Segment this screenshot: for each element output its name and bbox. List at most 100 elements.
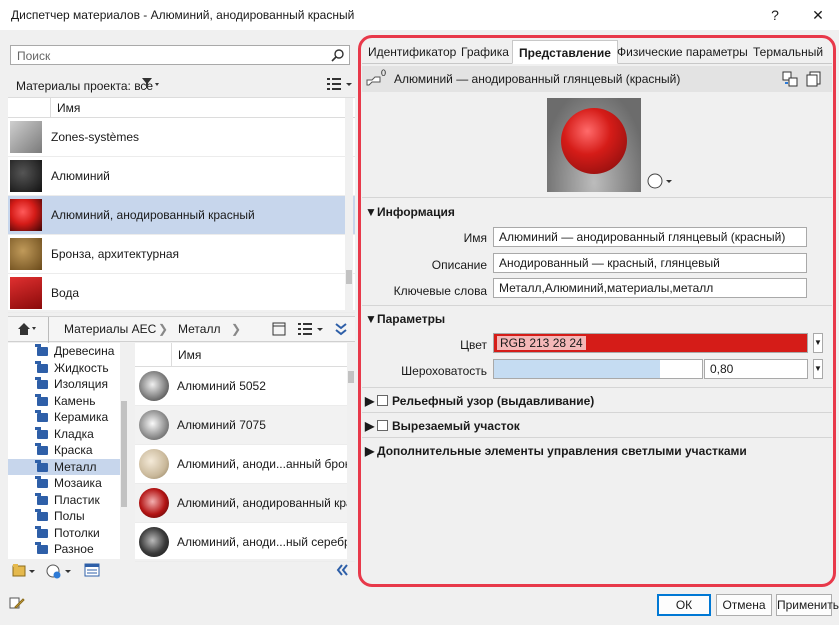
list-item[interactable]: Бронза, архитектурная: [8, 235, 355, 274]
collapse-down-icon[interactable]: [335, 322, 347, 339]
tree-item-label: Керамика: [54, 410, 109, 424]
home-icon[interactable]: [17, 322, 37, 339]
material-name: Алюминий 5052: [177, 379, 266, 393]
search-icon: [331, 48, 345, 65]
help-button[interactable]: ?: [760, 4, 790, 26]
duplicate-asset-icon[interactable]: [806, 71, 822, 90]
tree-item[interactable]: Мозаика: [8, 475, 128, 492]
apply-button[interactable]: Применить: [776, 594, 839, 616]
expand-triangle-icon: ▶: [365, 394, 375, 408]
list-item[interactable]: Алюминий 7075: [135, 406, 355, 445]
color-swatch-field[interactable]: RGB 213 28 24: [493, 333, 808, 353]
column-name-header[interactable]: Имя: [50, 98, 80, 118]
tab-appearance[interactable]: Представление: [512, 40, 618, 64]
project-materials-list: Имя Zones-systèmes Алюминий Алюминий, ан…: [8, 97, 355, 313]
library-view-options-icon[interactable]: [298, 322, 324, 339]
material-thumbnail: [139, 488, 169, 518]
material-thumbnail: [139, 371, 169, 401]
cancel-button[interactable]: Отмена: [716, 594, 772, 616]
description-field[interactable]: Анодированный — красный, глянцевый: [493, 253, 807, 273]
filter-icon[interactable]: [142, 78, 160, 93]
material-editor-icon[interactable]: [84, 563, 100, 580]
library-category-tree: Древесина Жидкость Изоляция Камень Керам…: [8, 343, 128, 559]
section-title: Рельефный узор (выдавливание): [392, 394, 595, 408]
bump-checkbox[interactable]: [377, 395, 388, 406]
expand-triangle-icon: ▶: [365, 444, 375, 458]
column-name-header[interactable]: Имя: [171, 343, 201, 367]
list-item[interactable]: Алюминий, анодированный крас: [135, 484, 355, 523]
create-material-icon[interactable]: [46, 563, 72, 582]
tree-item-label: Краска: [54, 443, 93, 457]
tree-scrollbar[interactable]: [120, 343, 128, 559]
section-params-header[interactable]: ▼Параметры: [365, 312, 445, 326]
tree-item-label: Жидкость: [54, 360, 109, 375]
section-info-header[interactable]: ▼Информация: [365, 205, 455, 219]
panel-toggle-icon[interactable]: [272, 322, 286, 339]
roughness-value-field[interactable]: 0,80: [704, 359, 808, 379]
divider: [362, 305, 832, 306]
material-name: Алюминий: [51, 169, 110, 183]
tree-item[interactable]: Керамика: [8, 409, 128, 426]
tree-item[interactable]: Краска: [8, 442, 128, 459]
name-field[interactable]: Алюминий — анодированный глянцевый (крас…: [493, 227, 807, 247]
tree-item-label: Изоляция: [54, 377, 108, 391]
divider: [362, 412, 832, 413]
tab-thermal[interactable]: Термальный: [747, 40, 829, 64]
color-value: RGB 213 28 24: [497, 336, 586, 350]
tree-item[interactable]: Камень: [8, 393, 128, 410]
tree-item[interactable]: Изоляция: [8, 376, 128, 393]
list-item[interactable]: Вода: [8, 274, 355, 313]
folder-icon: [35, 393, 48, 406]
list-item-selected[interactable]: Алюминий, анодированный красный: [8, 196, 355, 235]
list-item[interactable]: Алюминий: [8, 157, 355, 196]
list-item[interactable]: Алюминий, аноди...ный серебри: [135, 523, 355, 562]
name-label: Имя: [463, 231, 487, 245]
tree-item[interactable]: Кладка: [8, 426, 128, 443]
section-cutout-header[interactable]: ▶ Вырезаемый участок: [365, 419, 520, 433]
preview-shape-dropdown[interactable]: [647, 172, 675, 193]
material-name: Вода: [51, 286, 80, 300]
list-item[interactable]: Zones-systèmes: [8, 118, 355, 157]
collapse-left-icon[interactable]: [335, 563, 349, 580]
window-title: Диспетчер материалов - Алюминий, анодиро…: [11, 8, 355, 22]
tree-item-label: Древесина: [54, 344, 115, 358]
roughness-slider[interactable]: [493, 359, 703, 379]
tab-graphics[interactable]: Графика: [455, 40, 515, 64]
close-button[interactable]: ✕: [803, 4, 833, 26]
keywords-field[interactable]: Металл,Алюминий,материалы,металл: [493, 278, 807, 298]
tree-item[interactable]: Полы: [8, 508, 128, 525]
search-input[interactable]: Поиск: [10, 45, 350, 65]
tree-item[interactable]: Пластик: [8, 492, 128, 509]
project-list-scrollbar[interactable]: [345, 98, 353, 311]
breadcrumb-separator-icon: ❯: [158, 322, 169, 336]
tree-item[interactable]: Потолки: [8, 525, 128, 542]
breadcrumb-separator-icon: ❯: [231, 322, 242, 336]
list-item[interactable]: Алюминий, аноди...анный бронз: [135, 445, 355, 484]
color-dropdown[interactable]: ▼: [813, 333, 823, 353]
list-item[interactable]: Алюминий 5052: [135, 367, 355, 406]
tab-identity[interactable]: Идентификатор: [362, 40, 462, 64]
library-list-scrollbar[interactable]: [347, 343, 355, 559]
replace-asset-icon[interactable]: [782, 71, 798, 90]
divider: [362, 387, 832, 388]
tree-item[interactable]: Разное: [8, 541, 128, 558]
cutout-checkbox[interactable]: [377, 420, 388, 431]
material-thumbnail: [10, 160, 42, 192]
breadcrumb-item[interactable]: Металл: [178, 322, 220, 336]
tree-item[interactable]: Древесина: [8, 343, 128, 360]
tree-item-selected[interactable]: Металл: [8, 458, 128, 475]
tab-physical[interactable]: Физические параметры: [611, 40, 754, 64]
breadcrumb-item[interactable]: Материалы AEC: [64, 322, 156, 336]
view-options-icon[interactable]: [327, 77, 353, 94]
tree-item[interactable]: Жидкость: [8, 360, 128, 377]
tree-item-label: Разное: [54, 542, 94, 556]
ok-button[interactable]: ОК: [657, 594, 711, 616]
folder-icon: [35, 476, 48, 488]
edit-settings-icon[interactable]: [9, 596, 25, 613]
open-library-icon[interactable]: [12, 563, 36, 582]
roughness-dropdown[interactable]: ▼: [813, 359, 823, 379]
material-thumbnail: [139, 527, 169, 557]
section-highlights-header[interactable]: ▶ Дополнительные элементы управления свет…: [365, 444, 747, 458]
list-header: Имя: [135, 343, 355, 367]
section-bump-header[interactable]: ▶ Рельефный узор (выдавливание): [365, 394, 594, 408]
